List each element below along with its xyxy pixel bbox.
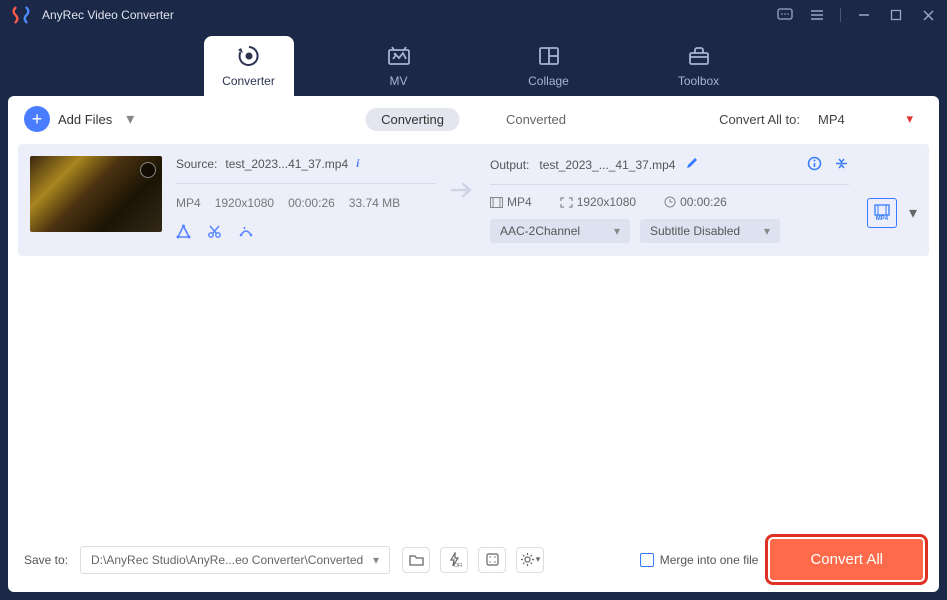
app-logo-icon: [10, 4, 32, 26]
output-format-button[interactable]: MP4: [867, 198, 897, 228]
info-icon[interactable]: i: [356, 156, 359, 171]
chevron-down-icon: ▾: [764, 224, 770, 238]
convert-all-to-select[interactable]: MP4 ▾: [808, 106, 923, 132]
divider: [840, 8, 841, 22]
tab-converted[interactable]: Converted: [490, 108, 582, 131]
source-size: 33.74 MB: [349, 196, 400, 210]
add-files-label: Add Files: [58, 112, 112, 127]
edit-icon[interactable]: [176, 224, 191, 244]
tab-converter[interactable]: Converter: [204, 36, 294, 96]
arrow-divider: [450, 156, 476, 200]
subtitle-select[interactable]: Subtitle Disabled ▾: [640, 219, 780, 243]
convert-all-button[interactable]: Convert All: [770, 539, 923, 580]
footer: Save to: D:\AnyRec Studio\AnyRe...eo Con…: [8, 527, 939, 592]
output-label: Output:: [490, 158, 529, 172]
save-to-label: Save to:: [24, 553, 68, 567]
open-folder-button[interactable]: [402, 547, 430, 573]
titlebar: AnyRec Video Converter: [0, 0, 947, 30]
gpu-accel-button[interactable]: OFF: [440, 547, 468, 573]
feedback-icon[interactable]: [776, 6, 794, 24]
out-format: MP4: [490, 195, 532, 209]
file-item: Source: test_2023...41_37.mp4 i MP4 1920…: [18, 144, 929, 256]
chevron-down-icon: ▾: [614, 224, 620, 238]
plus-icon: +: [24, 106, 50, 132]
task-schedule-button[interactable]: [478, 547, 506, 573]
format-badge-label: MP4: [876, 216, 888, 222]
menu-icon[interactable]: [808, 6, 826, 24]
format-value: MP4: [818, 112, 845, 127]
tab-label: MV: [390, 74, 408, 88]
main-tabs: Converter MV Collage Toolbox: [0, 30, 947, 96]
maximize-icon[interactable]: [887, 6, 905, 24]
media-info-icon[interactable]: [807, 156, 822, 174]
tab-label: Toolbox: [678, 74, 719, 88]
compress-icon[interactable]: [834, 156, 849, 174]
tab-label: Collage: [528, 74, 569, 88]
main-panel: + Add Files ▾ Converting Converted Conve…: [8, 96, 939, 592]
output-info: Output: test_2023_..._41_37.mp4 MP4 1920…: [490, 156, 849, 243]
svg-text:OFF: OFF: [454, 563, 462, 567]
source-resolution: 1920x1080: [215, 196, 274, 210]
chevron-down-icon: ▾: [906, 111, 913, 127]
source-duration: 00:00:26: [288, 196, 335, 210]
tab-toolbox[interactable]: Toolbox: [654, 36, 744, 96]
add-files-button[interactable]: + Add Files ▾: [24, 106, 134, 132]
checkbox-icon: [640, 553, 654, 567]
minimize-icon[interactable]: [855, 6, 873, 24]
chevron-down-icon: ▾: [126, 109, 134, 129]
output-filename: test_2023_..._41_37.mp4: [539, 158, 675, 172]
source-format: MP4: [176, 196, 201, 210]
source-filename: test_2023...41_37.mp4: [225, 157, 348, 171]
tab-collage[interactable]: Collage: [504, 36, 594, 96]
save-path-value: D:\AnyRec Studio\AnyRe...eo Converter\Co…: [91, 553, 363, 567]
app-title: AnyRec Video Converter: [42, 8, 174, 22]
settings-button[interactable]: ▾: [516, 547, 544, 573]
merge-label: Merge into one file: [660, 553, 759, 567]
convert-all-to-label: Convert All to:: [719, 112, 800, 127]
chevron-down-icon[interactable]: ▾: [909, 203, 917, 223]
arrow-right-icon: [450, 180, 476, 200]
merge-checkbox[interactable]: Merge into one file: [640, 553, 759, 567]
tab-label: Converter: [222, 74, 275, 88]
close-icon[interactable]: [919, 6, 937, 24]
subtitle-value: Subtitle Disabled: [650, 224, 740, 238]
status-tabs: Converting Converted: [365, 108, 582, 131]
source-label: Source:: [176, 157, 217, 171]
out-resolution: 1920x1080: [560, 195, 636, 209]
enhance-icon[interactable]: [238, 224, 254, 244]
toolbar: + Add Files ▾ Converting Converted Conve…: [8, 96, 939, 142]
out-duration: 00:00:26: [664, 195, 727, 209]
tab-converting[interactable]: Converting: [365, 108, 460, 131]
save-path-select[interactable]: D:\AnyRec Studio\AnyRe...eo Converter\Co…: [80, 546, 390, 574]
source-info: Source: test_2023...41_37.mp4 i MP4 1920…: [176, 156, 436, 244]
video-thumbnail[interactable]: [30, 156, 162, 232]
cut-icon[interactable]: [207, 224, 222, 244]
chevron-down-icon: ▾: [373, 553, 379, 567]
edit-name-icon[interactable]: [685, 157, 698, 173]
convert-all-to: Convert All to: MP4 ▾: [719, 106, 923, 132]
tab-mv[interactable]: MV: [354, 36, 444, 96]
audio-value: AAC-2Channel: [500, 224, 580, 238]
audio-select[interactable]: AAC-2Channel ▾: [490, 219, 630, 243]
